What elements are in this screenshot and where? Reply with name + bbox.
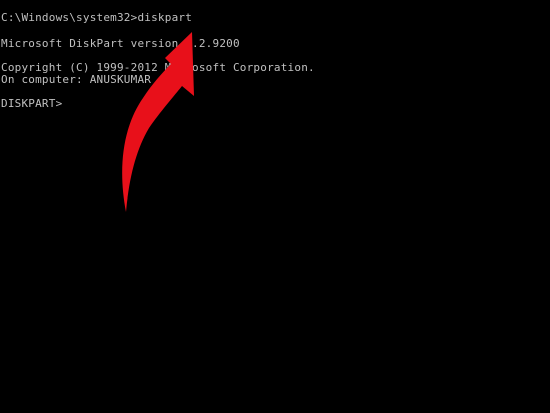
computer-name-line: On computer: ANUSKUMAR — [1, 73, 152, 86]
command-line: C:\Windows\system32>diskpart — [1, 11, 193, 24]
diskpart-version-line: Microsoft DiskPart version 6.2.9200 — [1, 37, 240, 50]
diskpart-prompt[interactable]: DISKPART> — [1, 98, 62, 110]
command-prompt-window[interactable]: C:\Windows\system32>diskpart Microsoft D… — [0, 0, 550, 413]
